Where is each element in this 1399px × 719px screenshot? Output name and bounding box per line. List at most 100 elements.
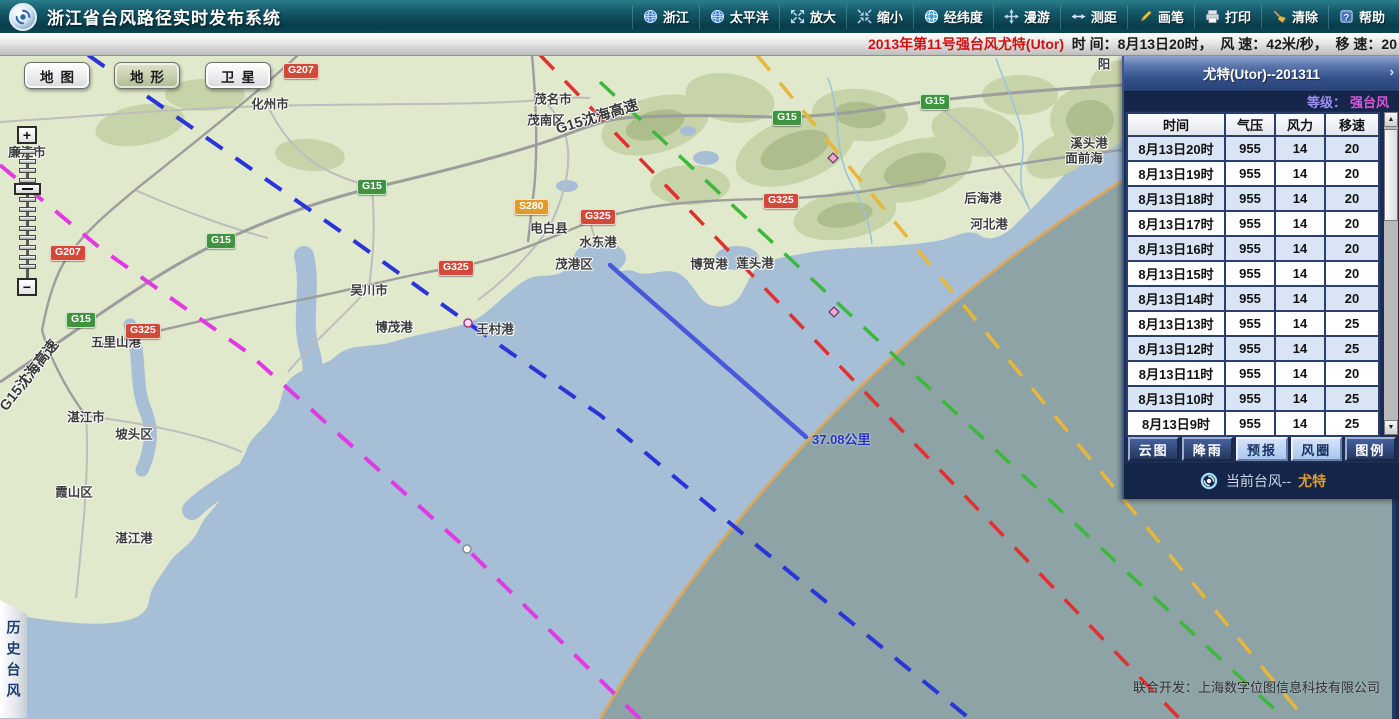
table-row[interactable]: 8月13日15时9551420	[1128, 262, 1378, 285]
zoom-out-button[interactable]: −	[17, 278, 37, 296]
tool-print[interactable]: 打印	[1194, 5, 1261, 29]
table-cell: 8月13日13时	[1128, 312, 1224, 335]
tool-clear-label: 清除	[1292, 7, 1318, 26]
table-row[interactable]: 8月13日10时9551425	[1128, 387, 1378, 410]
table-row[interactable]: 8月13日9时9551425	[1128, 412, 1378, 435]
current-storm-title: 2013年第11号强台风尤特(Utor)	[868, 34, 1064, 54]
panel-collapse-arrow-icon[interactable]: ›	[1390, 64, 1394, 79]
tool-zhejiang[interactable]: 浙江	[632, 5, 699, 29]
table-row[interactable]: 8月13日12时9551425	[1128, 337, 1378, 360]
tool-pan[interactable]: 漫游	[993, 5, 1060, 29]
tool-zoom-in[interactable]: 放大	[779, 5, 846, 29]
table-cell: 20	[1326, 162, 1378, 185]
road-shield: G207	[50, 245, 86, 261]
road-shield: G325	[763, 193, 799, 209]
table-cell: 25	[1326, 387, 1378, 410]
table-row[interactable]: 8月13日11时9551420	[1128, 362, 1378, 385]
table-cell: 14	[1276, 262, 1324, 285]
table-cell: 8月13日16时	[1128, 237, 1224, 260]
tool-zoom-in-label: 放大	[810, 7, 836, 26]
table-cell: 955	[1226, 187, 1274, 210]
table-row[interactable]: 8月13日18时9551420	[1128, 187, 1378, 210]
tool-pacific[interactable]: 太平洋	[699, 5, 779, 29]
tool-zhejiang-label: 浙江	[663, 7, 689, 26]
scroll-up-button[interactable]: ▲	[1384, 112, 1398, 127]
zoom-tick	[19, 168, 36, 173]
tool-pacific-label: 太平洋	[730, 7, 769, 26]
table-cell: 14	[1276, 337, 1324, 360]
road-shield: G325	[125, 323, 161, 339]
map-label: 电白县	[530, 218, 568, 237]
typhoon-spiral-icon	[1199, 471, 1219, 491]
typhoon-level-row: 等级： 强台风	[1124, 92, 1399, 111]
table-cell: 8月13日11时	[1128, 362, 1224, 385]
history-typhoon-tab[interactable]: 历史台风	[0, 600, 27, 718]
table-row[interactable]: 8月13日19时9551420	[1128, 162, 1378, 185]
zoom-tick	[19, 235, 36, 240]
tool-clear[interactable]: 清除	[1261, 5, 1328, 29]
road-shield: G15	[772, 110, 802, 126]
table-cell: 20	[1326, 137, 1378, 160]
tab-wind-circle[interactable]: 风圈	[1291, 437, 1342, 461]
zoom-slider-handle[interactable]	[14, 183, 41, 195]
satellite-type-button[interactable]: 卫星	[205, 62, 271, 89]
tool-measure-label: 测距	[1091, 7, 1117, 26]
track-point-circle	[464, 319, 472, 327]
tab-legend[interactable]: 图例	[1345, 437, 1396, 461]
map-label: 王村港	[476, 319, 514, 338]
table-cell: 8月13日9时	[1128, 412, 1224, 435]
pan-arrows-icon	[1004, 9, 1019, 24]
tool-help[interactable]: ?帮助	[1328, 5, 1395, 29]
zoom-in-button[interactable]: +	[17, 126, 37, 144]
table-row[interactable]: 8月13日17时9551420	[1128, 212, 1378, 235]
printer-icon	[1205, 9, 1220, 24]
typhoon-info-panel: 尤特(Utor)--201311 › 等级： 强台风 时间气压风力移速 8月13…	[1122, 55, 1399, 499]
table-header-cell: 移速	[1326, 114, 1378, 135]
road-shield: G15	[357, 179, 387, 195]
table-cell: 20	[1326, 237, 1378, 260]
svg-text:?: ?	[1344, 12, 1350, 22]
zoom-tick	[19, 245, 36, 250]
typhoon-data-table: 时间气压风力移速 8月13日20时95514208月13日19时95514208…	[1126, 112, 1380, 437]
table-cell: 14	[1276, 187, 1324, 210]
table-row[interactable]: 8月13日14时9551420	[1128, 287, 1378, 310]
table-cell: 955	[1226, 412, 1274, 435]
zoom-tick	[19, 207, 36, 212]
road-shield: G325	[438, 260, 474, 276]
road-shield: G15	[66, 312, 96, 328]
road-shield: G207	[283, 63, 319, 79]
table-row[interactable]: 8月13日13时9551425	[1128, 312, 1378, 335]
table-cell: 955	[1226, 162, 1274, 185]
tab-forecast[interactable]: 预报	[1236, 437, 1287, 461]
map-label: 水东港	[579, 232, 617, 251]
tool-pan-label: 漫游	[1024, 7, 1050, 26]
panel-tabs: 云图降雨预报风圈图例	[1128, 437, 1396, 461]
typhoon-system-app: 化州市茂名市茂南区电白县水东港茂港区博贺港莲头港吴川市博茂港王村港五里山港湛江市…	[0, 0, 1399, 719]
table-scrollbar[interactable]: ▲ ▼	[1384, 112, 1398, 435]
scroll-down-button[interactable]: ▼	[1384, 420, 1398, 435]
table-cell: 955	[1226, 137, 1274, 160]
tool-latlon[interactable]: 经纬度	[913, 5, 993, 29]
tool-zoom-out[interactable]: 缩小	[846, 5, 913, 29]
tab-cloud[interactable]: 云图	[1128, 437, 1179, 461]
map-label: 河北港	[970, 214, 1008, 233]
help-icon: ?	[1339, 9, 1354, 24]
current-typhoon-name[interactable]: 尤特	[1298, 471, 1326, 491]
terrain-type-button[interactable]: 地形	[114, 62, 180, 89]
map-type-button[interactable]: 地图	[24, 62, 90, 89]
tool-pen[interactable]: 画笔	[1127, 5, 1194, 29]
tab-rain[interactable]: 降雨	[1182, 437, 1233, 461]
table-row[interactable]: 8月13日20时9551420	[1128, 137, 1378, 160]
map-label: 博贺港	[690, 254, 728, 273]
table-cell: 14	[1276, 212, 1324, 235]
tool-measure[interactable]: 测距	[1060, 5, 1127, 29]
table-cell: 8月13日20时	[1128, 137, 1224, 160]
toolbar: 浙江 太平洋 放大缩小经纬度 漫游 测距画笔打印 清除 ?帮助	[632, 0, 1399, 33]
track-point-circle	[463, 545, 471, 553]
latlon-globe-icon	[924, 9, 939, 24]
table-row[interactable]: 8月13日16时9551420	[1128, 237, 1378, 260]
table-cell: 20	[1326, 362, 1378, 385]
panel-title: 尤特(Utor)--201311	[1203, 63, 1320, 83]
scroll-thumb[interactable]	[1384, 129, 1398, 221]
table-cell: 20	[1326, 287, 1378, 310]
